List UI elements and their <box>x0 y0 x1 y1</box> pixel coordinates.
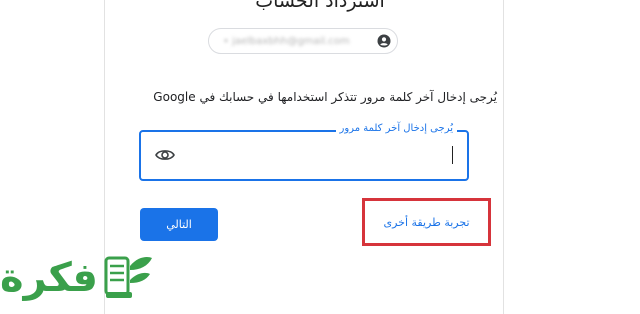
account-circle-icon <box>377 34 391 48</box>
text-cursor <box>452 146 453 164</box>
page-title: استرداد الحساب <box>255 0 385 12</box>
account-chip[interactable]: • jaelbaxbhh@gmail.com <box>208 28 398 54</box>
instruction-text: يُرجى إدخال آخر كلمة مرور تتذكر استخدامه… <box>153 90 497 104</box>
account-email: • jaelbaxbhh@gmail.com <box>223 36 350 47</box>
try-another-way-label: تجربة طريقة أخرى <box>383 215 470 229</box>
card-border-right <box>503 0 504 314</box>
try-another-way-button[interactable]: تجربة طريقة أخرى <box>362 198 491 246</box>
eye-icon[interactable] <box>155 148 175 162</box>
next-button[interactable]: التالي <box>140 208 218 241</box>
password-field[interactable]: يُرجى إدخال آخر كلمة مرور <box>139 123 469 181</box>
book-with-leaf-icon <box>104 256 152 298</box>
password-field-label: يُرجى إدخال آخر كلمة مرور <box>335 123 457 134</box>
